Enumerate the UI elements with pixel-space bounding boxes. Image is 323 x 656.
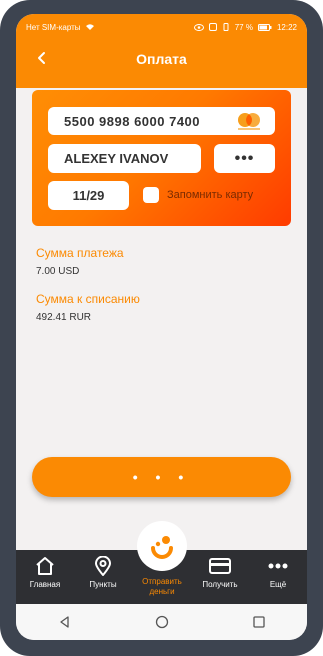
tab-receive-label: Получить: [202, 580, 238, 589]
clock: 12:22: [276, 22, 297, 32]
remember-card-label: Запомнить карту: [167, 189, 254, 201]
battery-percent: 77 %: [234, 22, 253, 32]
cvv-value: •••: [234, 149, 255, 167]
nav-recents-icon[interactable]: [252, 615, 266, 629]
card-icon: [209, 558, 231, 574]
title-bar: Оплата: [16, 44, 307, 74]
sim-status-text: Нет SIM-карты: [26, 22, 81, 32]
back-arrow-icon[interactable]: [34, 50, 50, 66]
card-number-field[interactable]: 5500 9898 6000 7400: [48, 107, 275, 135]
debit-value: 492.41 RUR: [36, 312, 92, 323]
device-frame: Нет SIM-карты 77 % 12:22 Оплата 5500 989…: [0, 0, 323, 656]
tab-receive[interactable]: Получить: [191, 550, 249, 604]
battery-icon: [257, 23, 272, 31]
expiry-field[interactable]: 11/29: [48, 181, 129, 210]
remember-card-checkbox[interactable]: [143, 187, 159, 203]
vibrate-icon: [223, 23, 229, 31]
card-form: 5500 9898 6000 7400 ALEXEY IVANOV ••• 11…: [32, 90, 291, 226]
nav-home-icon[interactable]: [155, 615, 169, 629]
wifi-icon: [85, 24, 94, 30]
more-dots-icon: [268, 563, 288, 569]
tab-send-money-label: Отправить деньги: [142, 577, 182, 596]
amount-value: 7.00 USD: [36, 266, 80, 277]
page-title: Оплата: [136, 51, 187, 67]
header: Нет SIM-карты 77 % 12:22 Оплата: [16, 14, 307, 88]
pay-button[interactable]: • • •: [32, 457, 291, 497]
system-nav-bar: [16, 604, 307, 640]
app-screen: Нет SIM-карты 77 % 12:22 Оплата 5500 989…: [16, 14, 307, 640]
eye-icon: [193, 23, 204, 31]
tab-home[interactable]: Главная: [16, 550, 74, 604]
card-number-value: 5500 9898 6000 7400: [64, 113, 201, 129]
location-pin-icon: [94, 556, 112, 576]
holder-name-value: ALEXEY IVANOV: [64, 151, 169, 166]
tab-points[interactable]: Пункты: [74, 550, 132, 604]
tab-send-money[interactable]: [137, 521, 187, 571]
expiry-value: 11/29: [72, 188, 105, 203]
tab-home-label: Главная: [29, 580, 61, 589]
amount-block: Сумма платежа 7.00 USD: [36, 246, 124, 277]
tab-more-label: Ещё: [269, 580, 287, 589]
nfc-icon: [208, 23, 217, 31]
holder-name-field[interactable]: ALEXEY IVANOV: [48, 144, 201, 173]
pay-button-label: • • •: [132, 469, 191, 485]
cvv-field[interactable]: •••: [214, 144, 275, 173]
nav-back-icon[interactable]: [58, 615, 72, 629]
debit-block: Сумма к списанию 492.41 RUR: [36, 292, 140, 323]
remember-card-row[interactable]: Запомнить карту: [143, 187, 253, 203]
mastercard-logo-icon: [238, 113, 260, 130]
home-icon: [36, 557, 54, 575]
amount-label: Сумма платежа: [36, 246, 124, 260]
status-bar: Нет SIM-карты 77 % 12:22: [16, 14, 307, 40]
tab-more[interactable]: Ещё: [249, 550, 307, 604]
tab-points-label: Пункты: [89, 580, 117, 589]
send-money-icon: [151, 536, 173, 559]
debit-label: Сумма к списанию: [36, 292, 140, 306]
